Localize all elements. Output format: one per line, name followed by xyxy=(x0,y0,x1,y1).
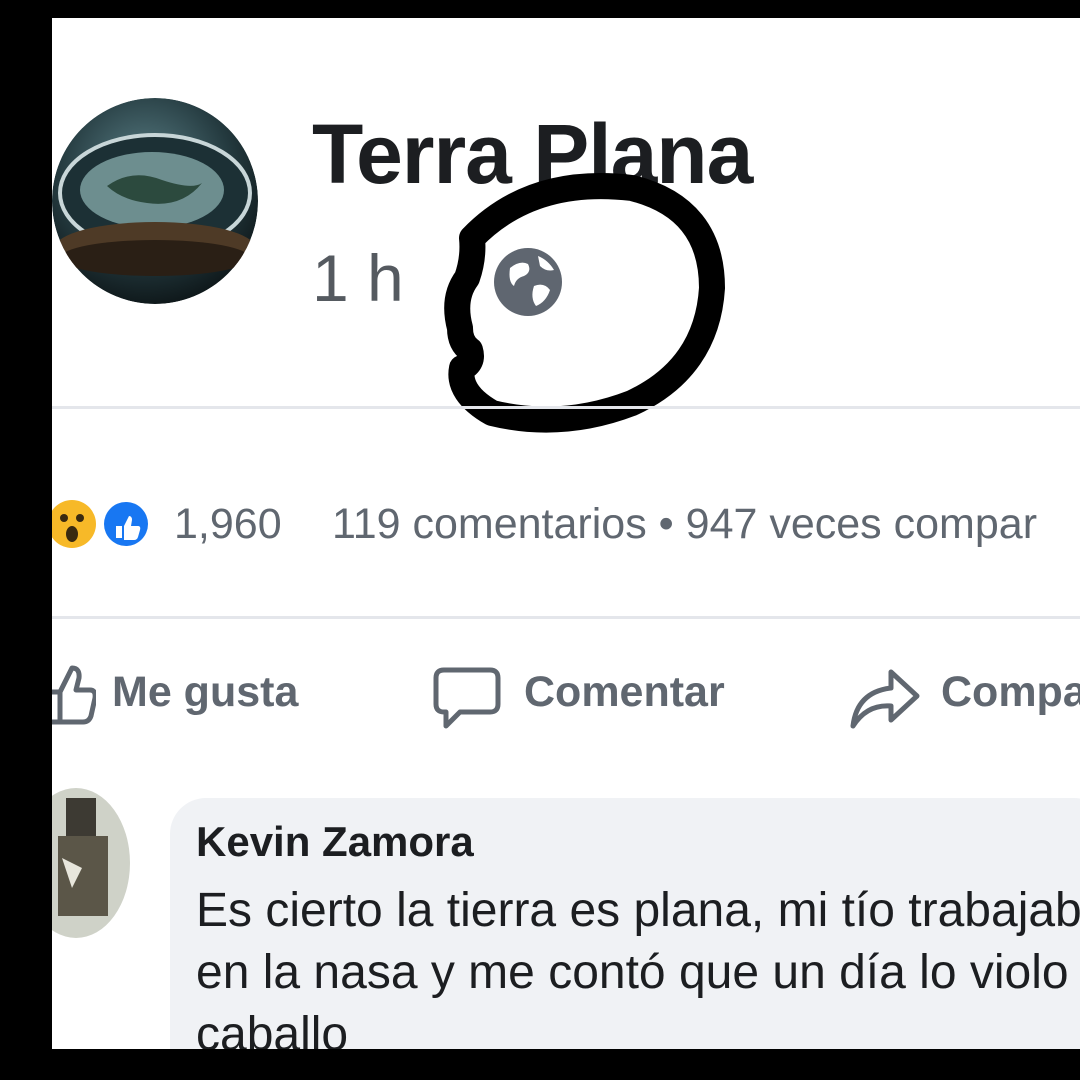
reactions-summary: 1,960 119 comentarios • 947 veces compar xyxy=(52,496,1080,556)
reaction-count[interactable]: 1,960 xyxy=(174,500,282,549)
reaction-icons[interactable] xyxy=(52,498,156,550)
globe-icon xyxy=(494,248,562,316)
comment-text: Es cierto la tierra es plana, mi tío tra… xyxy=(196,884,1080,1049)
commenter-avatar[interactable] xyxy=(52,788,130,938)
page-title[interactable]: Terra Plana xyxy=(312,106,753,203)
page-avatar[interactable] xyxy=(52,98,258,304)
divider xyxy=(52,616,1080,619)
commenter-name[interactable]: Kevin Zamora xyxy=(196,818,474,866)
comment-label: Comentar xyxy=(524,668,725,716)
flat-earth-image xyxy=(52,98,258,304)
share-label: Compa xyxy=(941,668,1080,716)
divider xyxy=(52,406,1080,409)
like-icon xyxy=(101,499,151,549)
comments-shares-count[interactable]: 119 comentarios • 947 veces compar xyxy=(332,500,1037,549)
post-timestamp[interactable]: 1 h xyxy=(312,240,404,316)
share-arrow-icon xyxy=(850,669,920,729)
hand-drawn-circle-annotation xyxy=(444,173,725,433)
wow-icon xyxy=(52,500,96,548)
thumbs-up-icon xyxy=(52,665,96,725)
facebook-post-card: Terra Plana 1 h 1,960 119 comentarios • … xyxy=(52,18,1080,1049)
like-label: Me gusta xyxy=(112,668,299,716)
comment-bubble-icon xyxy=(433,667,501,729)
